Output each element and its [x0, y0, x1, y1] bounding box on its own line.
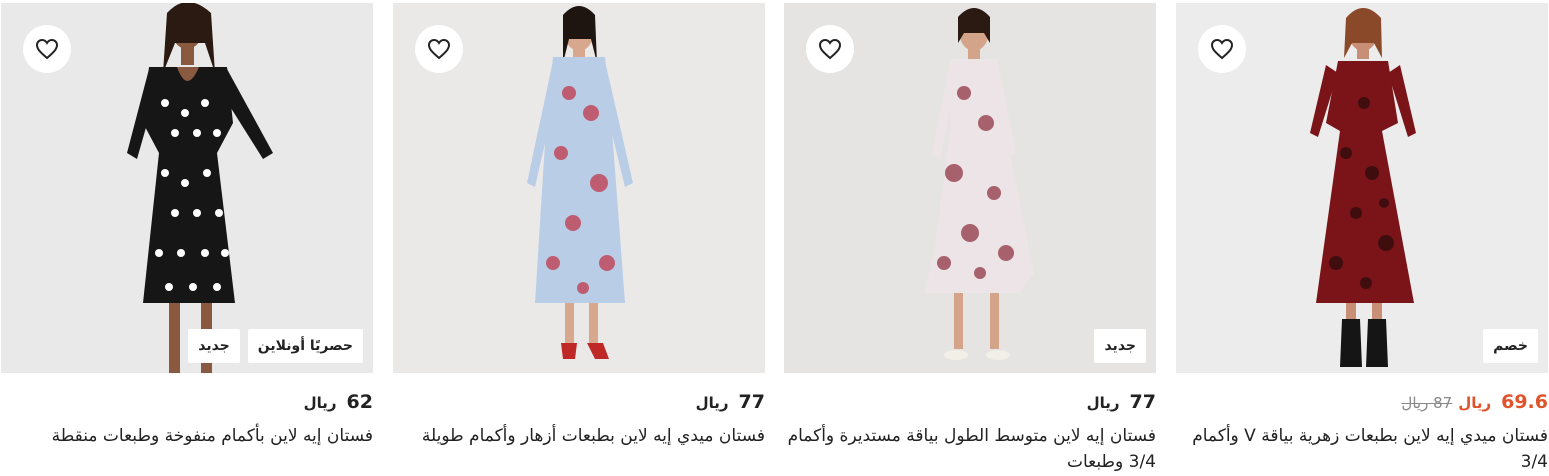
currency-label: ريال	[1458, 394, 1492, 412]
product-grid: خصم 69.6 ريال 87 ريال فستان ميدي إيه لاي…	[0, 0, 1549, 476]
wishlist-button[interactable]	[1198, 25, 1246, 73]
currency-label: ريال	[695, 394, 729, 412]
product-card[interactable]: 77 ريال فستان ميدي إيه لاين بطبعات أزهار…	[393, 3, 765, 473]
product-card[interactable]: جديد 77 ريال فستان إيه لاين متوسط الطول …	[784, 3, 1156, 473]
price: 77	[1129, 391, 1156, 413]
badge-group: جديد	[1094, 329, 1146, 363]
wishlist-button[interactable]	[415, 25, 463, 73]
wishlist-button[interactable]	[806, 25, 854, 73]
status-badge: جديد	[188, 329, 240, 363]
price: 77	[738, 391, 765, 413]
price-row: 77 ريال	[1087, 391, 1156, 413]
currency-label: ريال	[1086, 394, 1120, 412]
product-card[interactable]: خصم 69.6 ريال 87 ريال فستان ميدي إيه لاي…	[1176, 3, 1548, 473]
price-row: 77 ريال	[696, 391, 765, 413]
product-card[interactable]: حصريًا أونلاين جديد 62 ريال فستان إيه لا…	[1, 3, 373, 473]
badge-group: حصريًا أونلاين جديد	[188, 329, 363, 363]
price-row: 62 ريال	[304, 391, 373, 413]
heart-icon	[427, 38, 451, 60]
heart-icon	[1210, 38, 1234, 60]
product-title[interactable]: فستان إيه لاين بأكمام منفوخة وطبعات منقط…	[1, 423, 373, 449]
status-badge: خصم	[1483, 329, 1538, 363]
product-title[interactable]: فستان إيه لاين متوسط الطول بياقة مستديرة…	[784, 423, 1156, 475]
wishlist-button[interactable]	[23, 25, 71, 73]
product-image[interactable]: جديد	[784, 3, 1156, 373]
original-price: 87 ريال	[1401, 394, 1453, 412]
badge-group: خصم	[1483, 329, 1538, 363]
product-image[interactable]: خصم	[1176, 3, 1548, 373]
heart-icon	[35, 38, 59, 60]
online-exclusive-badge: حصريًا أونلاين	[247, 329, 363, 363]
product-title[interactable]: فستان ميدي إيه لاين بطبعات أزهار وأكمام …	[393, 423, 765, 449]
product-image[interactable]: حصريًا أونلاين جديد	[1, 3, 373, 373]
status-badge: جديد	[1094, 329, 1146, 363]
product-title[interactable]: فستان ميدي إيه لاين بطبعات زهرية بياقة V…	[1176, 423, 1548, 475]
currency-label: ريال	[303, 394, 337, 412]
price: 62	[346, 391, 373, 413]
sale-price: 69.6	[1501, 391, 1548, 413]
product-image[interactable]	[393, 3, 765, 373]
heart-icon	[818, 38, 842, 60]
price-row: 69.6 ريال 87 ريال	[1401, 391, 1548, 413]
